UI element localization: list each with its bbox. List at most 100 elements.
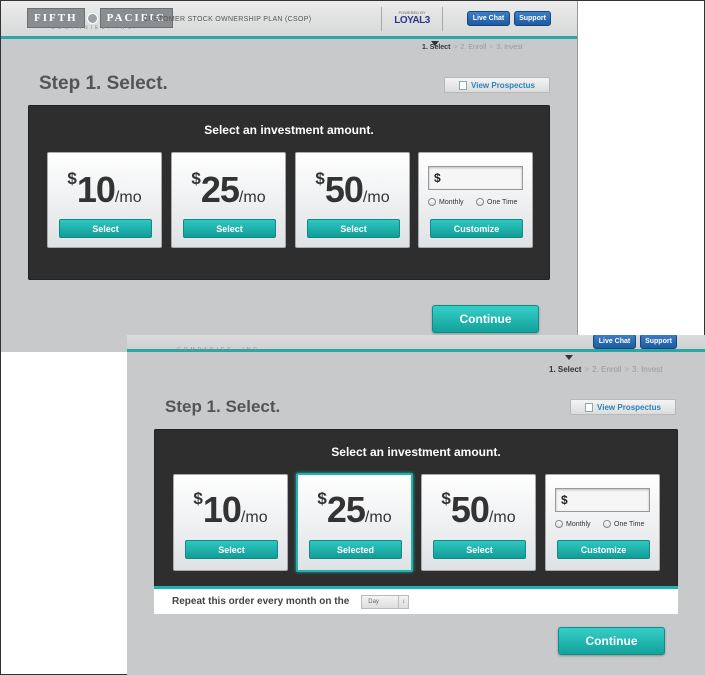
amount: 50 [324,169,364,210]
investment-panel: Select an investment amount. $10/mo Sele… [154,429,678,587]
support-button[interactable]: Support [514,11,551,26]
step-breadcrumb: 1. Select >2. Enroll >3. Invest [549,365,662,374]
select-button[interactable]: Select [183,219,276,238]
day-select[interactable]: Day ↕ [361,594,410,609]
currency: $ [317,489,327,508]
selected-button[interactable]: Selected [309,540,402,559]
page-title: Step 1. Select. [165,397,281,416]
customize-button[interactable]: Customize [557,540,650,559]
radio-circle-icon [603,520,611,528]
view-prospectus-label: View Prospectus [597,402,661,412]
currency: $ [441,489,451,508]
step-sep: > [453,44,458,51]
composite-view: FIFTH PACIFIC COMPANIES, INC. CUSTOMER S… [0,0,705,675]
document-icon [459,80,468,90]
investment-panel: Select an investment amount. $10/mo Sele… [28,105,550,280]
page-title: Step 1. Select. [39,73,168,94]
amount: 10 [202,489,242,530]
period: /mo [114,189,142,206]
period: /mo [240,509,268,526]
screen-1: FIFTH PACIFIC COMPANIES, INC. CUSTOMER S… [1,1,578,352]
amount-display: $50/mo [422,489,535,531]
logo-emblem-icon [86,12,98,24]
one-time-radio[interactable]: One Time [603,520,644,528]
view-prospectus-label: View Prospectus [471,80,535,90]
repeat-order-bar: Repeat this order every month on the Day… [154,586,678,614]
currency: $ [315,169,325,188]
continue-button[interactable]: Continue [432,305,539,333]
step-sep: > [624,365,630,374]
step-indicator-arrow-icon [565,355,573,360]
plan-title: CUSTOMER STOCK OWNERSHIP PLAN (CSOP) [143,16,312,23]
repeat-label: Repeat this order every month on the [172,596,350,607]
amount: 25 [326,489,366,530]
day-select-value: Day [368,598,379,605]
radio-circle-icon [428,198,436,206]
currency: $ [67,169,77,188]
period: /mo [488,509,516,526]
amount-card-25[interactable]: $25/mo Select [171,152,286,248]
panel-title: Select an investment amount. [331,445,501,459]
screen-2: COMPANIES, INC. Live Chat Support 1. Sel… [127,335,705,675]
monthly-radio[interactable]: Monthly [428,198,464,206]
view-prospectus-button[interactable]: View Prospectus [570,399,676,415]
radio-circle-icon [555,520,563,528]
select-button[interactable]: Select [433,540,526,559]
logo-subtitle: COMPANIES, INC. [177,347,265,353]
currency: $ [193,489,203,508]
period: /mo [364,509,392,526]
amount-display: $10/mo [48,169,161,211]
support-button[interactable]: Support [640,335,677,349]
customize-button[interactable]: Customize [430,219,523,238]
live-chat-button[interactable]: Live Chat [467,11,510,26]
amount-display: $25/mo [298,489,411,531]
amount-card-50[interactable]: $50/mo Select [421,474,536,571]
monthly-label: Monthly [566,520,591,528]
amount-display: $10/mo [174,489,287,531]
amount-card-10[interactable]: $10/mo Select [173,474,288,571]
monthly-label: Monthly [439,198,464,206]
step-2: 2. Enroll [592,365,622,374]
select-button[interactable]: Select [59,219,152,238]
step-sep: > [489,44,494,51]
loyal3-logo: LOYAL3 [394,15,430,26]
live-chat-button[interactable]: Live Chat [593,335,636,349]
monthly-radio[interactable]: Monthly [555,520,591,528]
continue-button[interactable]: Continue [558,627,665,655]
amount-display: $25/mo [172,169,285,211]
select-button[interactable]: Select [185,540,278,559]
amount-display: $50/mo [296,169,409,211]
view-prospectus-button[interactable]: View Prospectus [444,77,550,93]
custom-amount-card: $ Monthly One Time Customize [418,152,533,248]
step-breadcrumb: 1. Select >2. Enroll >3. Invest [422,44,523,51]
step-1: 1. Select [549,365,582,374]
custom-amount-input[interactable]: $ [555,488,650,512]
amount: 25 [200,169,240,210]
amount-card-25-selected[interactable]: $25/mo Selected [296,473,413,572]
document-icon [585,402,594,412]
one-time-label: One Time [487,198,518,206]
one-time-label: One Time [614,520,645,528]
one-time-radio[interactable]: One Time [476,198,517,206]
step-1: 1. Select [422,44,451,51]
step-2: 2. Enroll [460,44,487,51]
step-3: 3. Invest [632,365,663,374]
amount-card-10[interactable]: $10/mo Select [47,152,162,248]
amount-card-50[interactable]: $50/mo Select [295,152,410,248]
amount: 50 [450,489,490,530]
radio-circle-icon [476,198,484,206]
currency: $ [191,169,201,188]
period: /mo [238,189,266,206]
logo-subtitle: COMPANIES, INC. [51,25,139,31]
amount: 10 [76,169,116,210]
header: FIFTH PACIFIC COMPANIES, INC. CUSTOMER S… [1,1,577,39]
powered-by-badge: POWERED BY LOYAL3 [381,7,443,31]
step-sep: > [584,365,590,374]
step-3: 3. Invest [496,44,523,51]
custom-amount-input[interactable]: $ [428,166,523,190]
chevron-updown-icon: ↕ [398,595,408,608]
select-button[interactable]: Select [307,219,400,238]
period: /mo [362,189,390,206]
custom-amount-card: $ Monthly One Time Customize [545,474,660,571]
panel-title: Select an investment amount. [204,123,374,137]
